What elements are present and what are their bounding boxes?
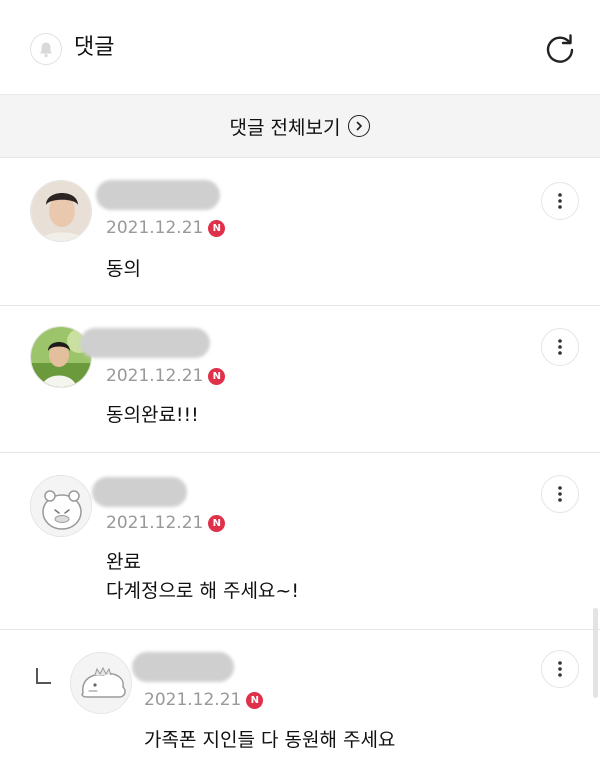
comment-meta: 2021.12.21 N [106,513,226,533]
comment-meta: 2021.12.21 N [144,690,264,710]
more-options-icon[interactable] [541,328,579,366]
author-name-redacted [132,652,234,682]
page-title: 댓글 [74,35,115,60]
author-name-redacted [96,180,220,210]
view-all-comments-button[interactable]: 댓글 전체보기 [0,94,600,158]
scrollbar[interactable] [593,608,598,698]
more-options-icon[interactable] [541,475,579,513]
chevron-right-circle-icon [348,115,371,137]
comment-date: 2021.12.21 [106,218,204,238]
new-badge: N [208,219,226,237]
comment-item-reply: 2021.12.21 N 가족폰 지인들 다 동원해 주세요 [0,630,600,771]
reply-indicator-icon [36,668,51,684]
new-badge: N [208,514,226,532]
author-name-redacted [92,477,187,507]
comment-text: 동의완료!!! [106,404,199,426]
new-badge: N [208,367,226,385]
bell-icon[interactable] [30,33,62,65]
comment-meta: 2021.12.21 N [106,218,226,238]
comments-header: 댓글 [0,0,600,95]
comment-date: 2021.12.21 [106,366,204,386]
comment-text: 가족폰 지인들 다 동원해 주세요 [144,729,396,751]
new-badge: N [246,691,264,709]
comment-item: 2021.12.21 N 동의 [0,158,600,306]
avatar[interactable] [30,180,92,242]
avatar[interactable] [70,652,132,714]
comment-meta: 2021.12.21 N [106,366,226,386]
comment-date: 2021.12.21 [106,513,204,533]
more-options-icon[interactable] [541,650,579,688]
view-all-label: 댓글 전체보기 [229,116,341,139]
comment-text: 동의 [106,258,141,280]
comment-item: 2021.12.21 N 완료 다계정으로 해 주세요~! [0,453,600,630]
refresh-icon[interactable] [540,30,580,70]
more-options-icon[interactable] [541,182,579,220]
comment-date: 2021.12.21 [144,690,242,710]
comment-item: 2021.12.21 N 동의완료!!! [0,306,600,453]
author-name-redacted [80,328,210,358]
comment-text: 완료 다계정으로 해 주세요~! [106,551,299,602]
avatar[interactable] [30,475,92,537]
